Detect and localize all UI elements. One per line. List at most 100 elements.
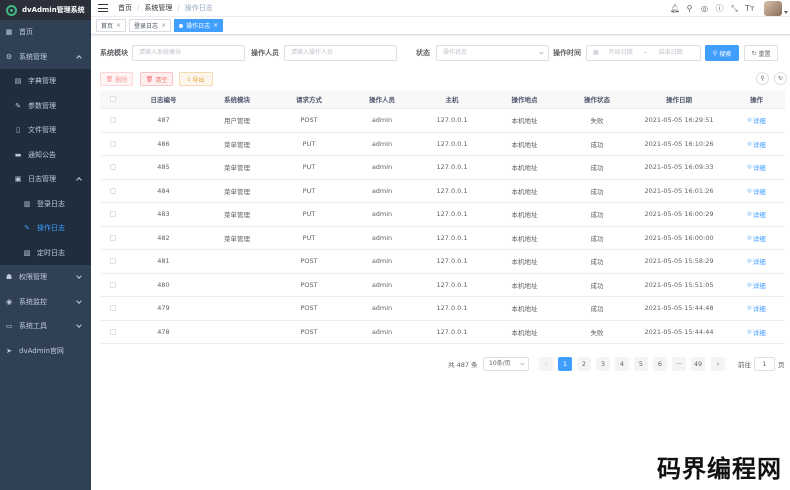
start-date-input[interactable]: 开始日期 <box>609 49 633 56</box>
breadcrumb-home[interactable]: 首页 <box>118 3 132 13</box>
avatar[interactable] <box>764 1 788 16</box>
page-button[interactable]: 2 <box>577 357 591 371</box>
chevron-up-icon <box>76 54 82 61</box>
table-cell: 失败 <box>590 328 604 337</box>
export-button[interactable]: ⤓ 导出 <box>179 72 213 86</box>
row-checkbox[interactable] <box>110 281 116 288</box>
sidebar-item-dict[interactable]: ▤ 字典管理 <box>0 69 91 94</box>
row-checkbox[interactable] <box>110 211 116 218</box>
tag-home[interactable]: 首页 × <box>96 19 127 32</box>
delete-button[interactable]: 🗑︎ 删除 <box>100 72 133 86</box>
sidebar-item-home[interactable]: ▦ 首页 <box>0 20 91 45</box>
page-button[interactable]: 6 <box>653 357 667 371</box>
page-button[interactable]: 4 <box>615 357 629 371</box>
view-icon: ◎ <box>747 281 752 288</box>
row-select-cell <box>100 180 126 203</box>
calendar-icon: ▦ <box>593 49 599 56</box>
sidebar-item-params[interactable]: ✎ 参数管理 <box>0 94 91 119</box>
table-cell: admin <box>371 163 393 172</box>
sidebar-item-notice[interactable]: ▬ 通知公告 <box>0 143 91 168</box>
tag-operation-log[interactable]: 操作日志 × <box>174 19 224 32</box>
help-icon[interactable]: ⓘ <box>715 4 724 13</box>
table-row[interactable]: 484 菜单管理 PUT admin 127.0.0.1 本机地址 成功 2021-05-05… <box>100 180 785 203</box>
page-button[interactable]: 5 <box>634 357 648 371</box>
detail-link[interactable]: ◎ 详细 <box>728 203 785 226</box>
sidebar-item-logs[interactable]: ▣ 日志管理 <box>0 167 91 192</box>
detail-link[interactable]: ◎ 详细 <box>728 274 785 297</box>
detail-link[interactable]: ◎ 详细 <box>728 133 785 156</box>
next-page-button[interactable]: › <box>711 357 725 371</box>
detail-link-label: 详细 <box>752 187 766 196</box>
sidebar-item-files[interactable]: ▯ 文件管理 <box>0 118 91 143</box>
search-button[interactable]: ⚲ 搜索 <box>705 45 739 61</box>
sidebar-item-operation-log[interactable]: ✎ 操作日志 <box>0 216 91 241</box>
sidebar-item-tools[interactable]: ▭ 系统工具 <box>0 314 91 339</box>
row-checkbox[interactable] <box>110 328 116 335</box>
page-button[interactable]: ··· <box>672 357 686 371</box>
font-size-icon[interactable]: Tт <box>745 4 755 13</box>
page-button[interactable]: 49 <box>691 357 705 371</box>
detail-link[interactable]: ◎ 详细 <box>728 180 785 203</box>
sidebar-item-permission[interactable]: ☗ 权限管理 <box>0 265 91 290</box>
table-row[interactable]: 478 POST admin 127.0.0.1 本机地址 失败 2021-05-05 15… <box>100 321 785 344</box>
fullscreen-icon[interactable]: ⤡ <box>730 4 739 13</box>
date-range-picker[interactable]: ▦ 开始日期 - 结束日期 <box>586 45 701 61</box>
toggle-search-button[interactable]: ⚲ <box>756 72 769 85</box>
status-select[interactable]: 操作状态 <box>436 45 549 61</box>
sidebar-item-system[interactable]: ⚙ 系统管理 <box>0 45 91 70</box>
table-row[interactable]: 482 菜单管理 PUT admin 127.0.0.1 本机地址 成功 2021-05-05… <box>100 227 785 250</box>
table-row[interactable]: 483 菜单管理 PUT admin 127.0.0.1 本机地址 成功 2021-05-05… <box>100 203 785 227</box>
close-icon[interactable]: × <box>161 22 166 29</box>
search-icon[interactable]: ⚲ <box>685 4 694 13</box>
close-icon[interactable]: × <box>116 22 121 29</box>
page-button[interactable]: 1 <box>558 357 572 371</box>
row-checkbox[interactable] <box>110 117 116 124</box>
detail-link[interactable]: ◎ 详细 <box>728 250 785 273</box>
detail-link[interactable]: ◎ 详细 <box>728 297 785 320</box>
table-cell: admin <box>371 233 393 242</box>
table-cell: admin <box>371 257 393 266</box>
hamburger-icon[interactable] <box>98 4 108 12</box>
table-row[interactable]: 486 菜单管理 PUT admin 127.0.0.1 本机地址 成功 2021-05-05… <box>100 133 785 156</box>
bell-icon[interactable]: 🔔︎ <box>670 4 680 13</box>
row-checkbox[interactable] <box>110 140 116 147</box>
row-checkbox[interactable] <box>110 164 116 171</box>
header-cell[interactable]: 日志编号 <box>126 90 201 108</box>
prev-page-button[interactable]: ‹ <box>539 357 553 371</box>
table-row[interactable]: 485 菜单管理 PUT admin 127.0.0.1 本机地址 成功 2021-05-05… <box>100 156 785 180</box>
close-icon[interactable]: × <box>213 22 218 29</box>
row-checkbox[interactable] <box>110 187 116 194</box>
header-cell[interactable]: 操作日期 <box>630 90 728 108</box>
page-size-select[interactable]: 10条/页 <box>483 357 529 371</box>
select-all-checkbox[interactable] <box>110 96 116 102</box>
row-checkbox[interactable] <box>110 258 116 265</box>
github-icon[interactable]: ◎ <box>700 4 709 13</box>
detail-link[interactable]: ◎ 详细 <box>728 109 785 132</box>
operator-input[interactable]: 请输入操作人员 <box>284 45 397 61</box>
module-input[interactable]: 请输入系统模块 <box>132 45 245 61</box>
reset-button[interactable]: ↻ 重置 <box>744 45 778 61</box>
end-date-input[interactable]: 结束日期 <box>659 49 683 56</box>
table-row[interactable]: 479 POST admin 127.0.0.1 本机地址 成功 2021-05-05 15… <box>100 297 785 321</box>
detail-link[interactable]: ◎ 详细 <box>728 227 785 250</box>
detail-link[interactable]: ◎ 详细 <box>728 321 785 344</box>
sidebar-item-monitor[interactable]: ◉ 系统监控 <box>0 290 91 315</box>
row-checkbox[interactable] <box>110 234 116 241</box>
table-row[interactable]: 487 用户管理 POST admin 127.0.0.1 本机地址 失败 2021-05-0… <box>100 109 785 133</box>
sidebar-item-login-log[interactable]: ▥ 登录日志 <box>0 192 91 217</box>
goto-page-input[interactable]: 1 <box>754 357 775 371</box>
table-row[interactable]: 480 POST admin 127.0.0.1 本机地址 成功 2021-05-05 15… <box>100 274 785 297</box>
refresh-button[interactable]: ↻ <box>774 72 787 85</box>
sidebar-item-label: 文件管理 <box>28 126 56 135</box>
breadcrumb-system[interactable]: 系统管理 <box>144 3 172 13</box>
tag-login-log[interactable]: 登录日志 × <box>129 19 172 32</box>
app-logo[interactable]: dvAdmin管理系统 <box>0 0 91 20</box>
sidebar-item-timer-log[interactable]: ▧ 定时日志 <box>0 241 91 266</box>
page-button[interactable]: 3 <box>596 357 610 371</box>
table-row[interactable]: 481 POST admin 127.0.0.1 本机地址 成功 2021-05-05 15… <box>100 250 785 274</box>
navbar-right: 🔔︎ ⚲ ◎ ⓘ ⤡ Tт <box>670 0 790 17</box>
detail-link[interactable]: ◎ 详细 <box>728 156 785 179</box>
row-checkbox[interactable] <box>110 305 116 312</box>
sidebar-item-website[interactable]: ➤ dvAdmin官网 <box>0 339 91 364</box>
clear-button[interactable]: 🗑︎ 清空 <box>140 72 173 86</box>
